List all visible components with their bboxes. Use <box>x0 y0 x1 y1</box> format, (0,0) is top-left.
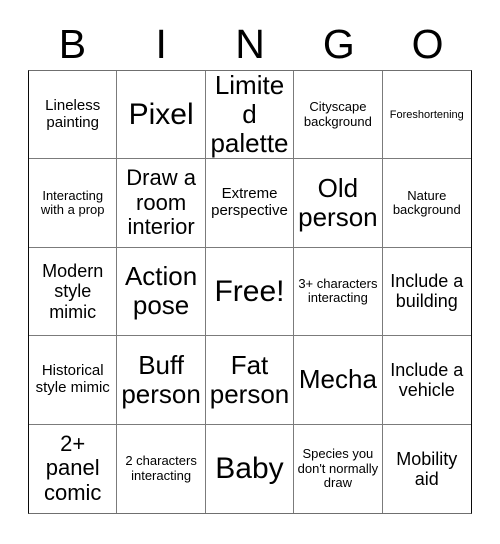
bingo-cell-label: Mobility aid <box>396 448 458 489</box>
bingo-cell-label: Modern style mimic <box>42 261 104 322</box>
bingo-cell-label: 3+ characters interacting <box>298 275 378 306</box>
bingo-cell[interactable]: 2 characters interacting <box>117 424 206 513</box>
bingo-cell-label: Fat person <box>209 349 290 409</box>
bingo-cell-label: Draw a room interior <box>126 165 196 240</box>
bingo-cell[interactable]: Cityscape background <box>294 71 383 160</box>
bingo-cell-free[interactable]: Free! <box>205 247 295 337</box>
bingo-cell[interactable]: Include a vehicle <box>382 336 471 425</box>
bingo-cell-label: Interacting with a prop <box>40 187 105 218</box>
bingo-cell[interactable]: Action pose <box>117 247 206 337</box>
bingo-cell-label: Buff person <box>121 349 201 409</box>
bingo-cell[interactable]: Nature background <box>382 159 471 248</box>
header-letter-b: B <box>58 20 87 67</box>
bingo-cell[interactable]: Interacting with a prop <box>29 159 118 248</box>
bingo-cell-label: Species you don't normally draw <box>297 445 379 491</box>
bingo-cell-label: Free! <box>214 274 285 308</box>
bingo-cell-label: 2+ panel comic <box>43 430 102 506</box>
bingo-cell-label: Include a vehicle <box>390 359 464 400</box>
bingo-cell[interactable]: 3+ characters interacting <box>294 247 383 337</box>
bingo-header: B I N G O <box>28 18 472 70</box>
bingo-cell[interactable]: Lineless painting <box>29 71 118 160</box>
bingo-cell-label: Nature background <box>392 187 461 218</box>
bingo-cell[interactable]: Baby <box>205 424 295 513</box>
bingo-cell[interactable]: Old person <box>294 159 383 248</box>
bingo-cell-label: Cityscape background <box>303 99 372 129</box>
header-letter-n: N <box>235 20 265 67</box>
bingo-cell[interactable]: Fat person <box>205 336 295 425</box>
bingo-cell[interactable]: 2+ panel comic <box>29 424 118 513</box>
bingo-cell-label: Old person <box>298 172 378 233</box>
bingo-cell-label: Extreme perspective <box>211 185 288 220</box>
bingo-cell[interactable]: Draw a room interior <box>117 159 206 248</box>
bingo-cell[interactable]: Mecha <box>294 336 383 425</box>
bingo-cell-label: Foreshortening <box>389 108 464 121</box>
header-letter-i: I <box>155 20 167 67</box>
bingo-cell[interactable]: Species you don't normally draw <box>294 424 383 513</box>
bingo-cell[interactable]: Mobility aid <box>382 424 471 513</box>
bingo-cell-label: Mecha <box>298 364 377 395</box>
bingo-cell[interactable]: Extreme perspective <box>205 159 295 248</box>
bingo-cell[interactable]: Include a building <box>382 247 471 337</box>
bingo-cell[interactable]: Historical style mimic <box>29 336 118 425</box>
bingo-cell-label: Action pose <box>124 261 198 321</box>
header-letter-o: O <box>411 20 444 67</box>
bingo-grid: Lineless painting Pixel Limited palette … <box>28 70 472 514</box>
bingo-cell-label: Historical style mimic <box>35 362 110 396</box>
bingo-card: B I N G O Lineless painting Pixel Limite… <box>0 0 500 544</box>
header-letter-g: G <box>322 20 355 67</box>
bingo-cell-label: Include a building <box>390 271 464 312</box>
bingo-cell[interactable]: Buff person <box>117 336 206 425</box>
bingo-cell-label: Pixel <box>128 97 194 131</box>
bingo-cell-label: Baby <box>215 452 284 485</box>
bingo-cell[interactable]: Foreshortening <box>382 71 471 160</box>
bingo-cell[interactable]: Modern style mimic <box>29 247 118 337</box>
bingo-cell-label: Limited palette <box>210 71 289 159</box>
bingo-cell[interactable]: Pixel <box>117 71 206 160</box>
bingo-cell[interactable]: Limited palette <box>205 71 295 160</box>
bingo-cell-label: 2 characters interacting <box>125 453 197 483</box>
bingo-cell-label: Lineless painting <box>45 96 101 131</box>
